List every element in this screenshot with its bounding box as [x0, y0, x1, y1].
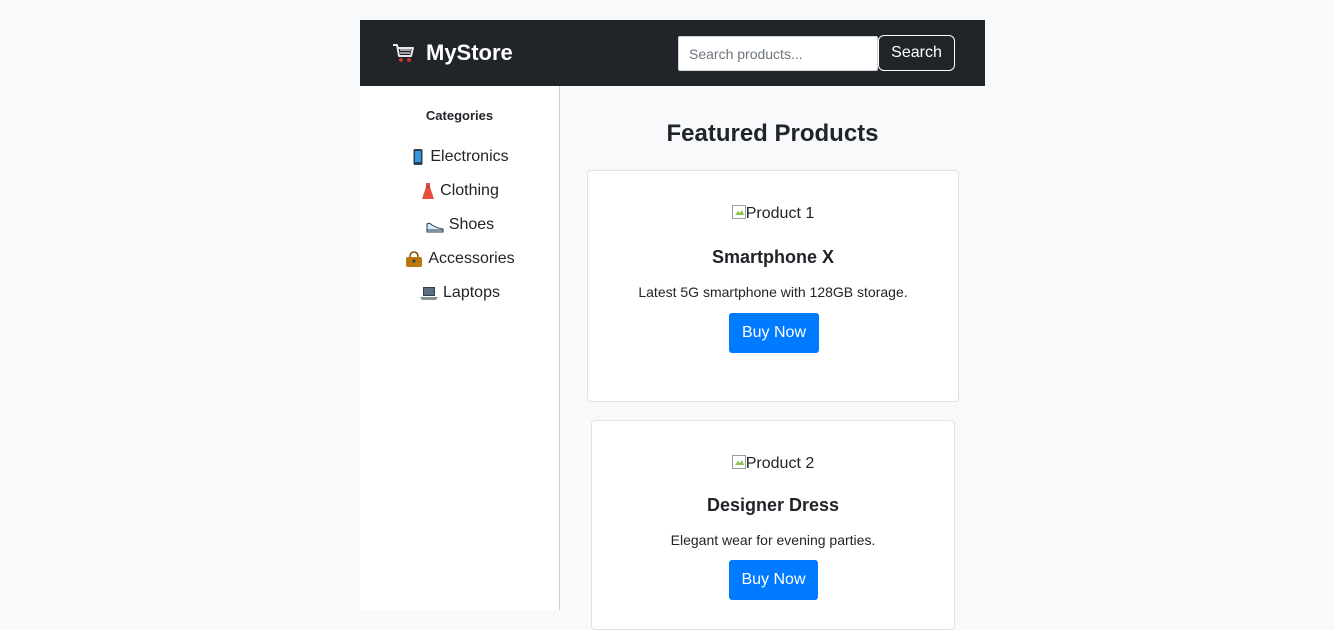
shopping-cart-icon — [393, 44, 414, 62]
broken-image-icon — [731, 455, 746, 469]
main-content: Featured Products Product 1 Smartphone X… — [560, 86, 985, 630]
product-card: Product 2 Designer Dress Elegant wear fo… — [591, 420, 955, 630]
product-name: Designer Dress — [706, 495, 840, 515]
navbar: MyStore Search — [360, 20, 985, 86]
handbag-icon — [406, 251, 423, 267]
buy-now-button[interactable]: Buy Now — [729, 560, 818, 600]
category-laptops[interactable]: Laptops — [360, 276, 559, 310]
dress-icon — [422, 183, 435, 199]
category-label: Accessories — [428, 250, 515, 267]
store-page: MyStore Search Categories Electronics Cl… — [360, 20, 985, 630]
product-image: Product 1 — [588, 205, 958, 223]
product-card: Product 1 Smartphone X Latest 5G smartph… — [587, 170, 959, 402]
product-description: Latest 5G smartphone with 128GB storage. — [638, 284, 908, 300]
category-shoes[interactable]: Shoes — [360, 208, 559, 242]
mobile-phone-icon — [413, 149, 423, 165]
buy-now-button[interactable]: Buy Now — [729, 313, 819, 353]
product-description: Elegant wear for evening parties. — [670, 532, 876, 548]
category-label: Electronics — [430, 148, 509, 165]
category-clothing[interactable]: Clothing — [360, 174, 559, 208]
brand[interactable]: MyStore — [392, 38, 513, 68]
search-input[interactable] — [678, 36, 878, 71]
category-list: Electronics Clothing Shoes Accessories L… — [360, 140, 559, 310]
page-title: Featured Products — [666, 120, 879, 147]
product-image: Product 2 — [592, 455, 954, 473]
sidebar: Categories Electronics Clothing Shoes Ac… — [360, 86, 560, 610]
product-image-alt: Product 2 — [745, 455, 815, 472]
laptop-icon — [420, 287, 439, 300]
brand-name: MyStore — [426, 40, 513, 65]
search-button[interactable]: Search — [878, 35, 955, 71]
shoe-icon — [426, 222, 444, 233]
category-accessories[interactable]: Accessories — [360, 242, 559, 276]
sidebar-title: Categories — [425, 108, 494, 123]
product-image-alt: Product 1 — [745, 205, 815, 222]
category-label: Clothing — [440, 182, 499, 199]
category-electronics[interactable]: Electronics — [360, 140, 559, 174]
category-label: Laptops — [443, 284, 500, 301]
category-label: Shoes — [448, 216, 495, 233]
product-name: Smartphone X — [711, 247, 835, 267]
broken-image-icon — [731, 205, 746, 219]
